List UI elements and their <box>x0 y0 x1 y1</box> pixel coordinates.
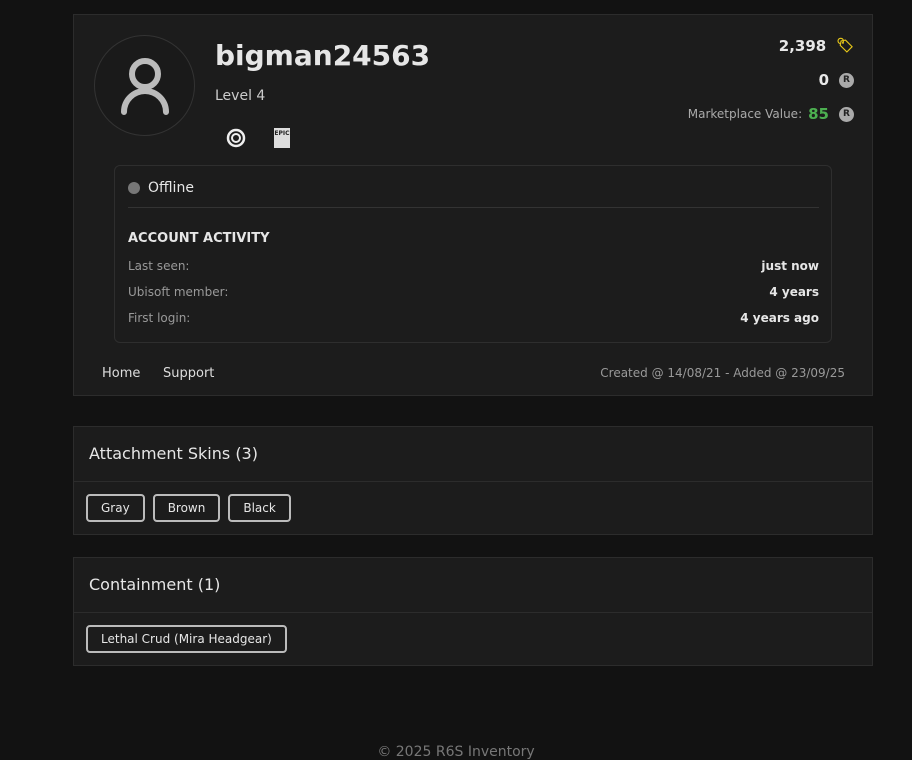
section-title: Containment (1) <box>74 558 872 613</box>
activity-title: ACCOUNT ACTIVITY <box>128 231 270 246</box>
created-info: Created @ 14/08/21 - Added @ 23/09/25 <box>600 366 845 380</box>
nav-home-link[interactable]: Home <box>102 366 140 381</box>
marketplace-value: 85 <box>808 105 829 123</box>
item-chip[interactable]: Black <box>228 494 291 522</box>
status-text: Offline <box>148 180 194 196</box>
avatar <box>94 35 195 136</box>
ubisoft-icon[interactable] <box>226 128 246 148</box>
activity-row: Last seen: just now <box>128 259 819 273</box>
renown-value: 0 <box>818 71 829 89</box>
item-chip[interactable]: Brown <box>152 494 221 522</box>
status-panel: Offline ACCOUNT ACTIVITY Last seen: just … <box>114 165 832 343</box>
r6-coin-icon: R <box>839 72 854 88</box>
footer: © 2025 R6S Inventory <box>377 744 535 760</box>
epic-games-icon[interactable]: EPIC <box>274 128 290 148</box>
containment-section: Containment (1) Lethal Crud (Mira Headge… <box>73 557 873 666</box>
nav-support-link[interactable]: Support <box>163 366 214 381</box>
profile-card: bigman24563 Level 4 EPIC 2,398 🏷 0R Marke… <box>73 14 873 396</box>
level: Level 4 <box>215 88 266 104</box>
r6-coin-icon: R <box>839 106 854 122</box>
activity-row: First login: 4 years ago <box>128 311 819 325</box>
section-title: Attachment Skins (3) <box>74 427 872 482</box>
status-dot <box>128 182 140 194</box>
marketplace-label: Marketplace Value: <box>687 107 803 121</box>
username: bigman24563 <box>215 39 431 72</box>
activity-row: Ubisoft member: 4 years <box>128 285 819 299</box>
item-chip[interactable]: Lethal Crud (Mira Headgear) <box>86 625 287 653</box>
credits-icon: 🏷 <box>836 38 854 54</box>
credits-value: 2,398 <box>778 37 827 55</box>
item-chip[interactable]: Gray <box>86 494 145 522</box>
attachment-skins-section: Attachment Skins (3) Gray Brown Black <box>73 426 873 535</box>
user-icon <box>121 58 169 115</box>
